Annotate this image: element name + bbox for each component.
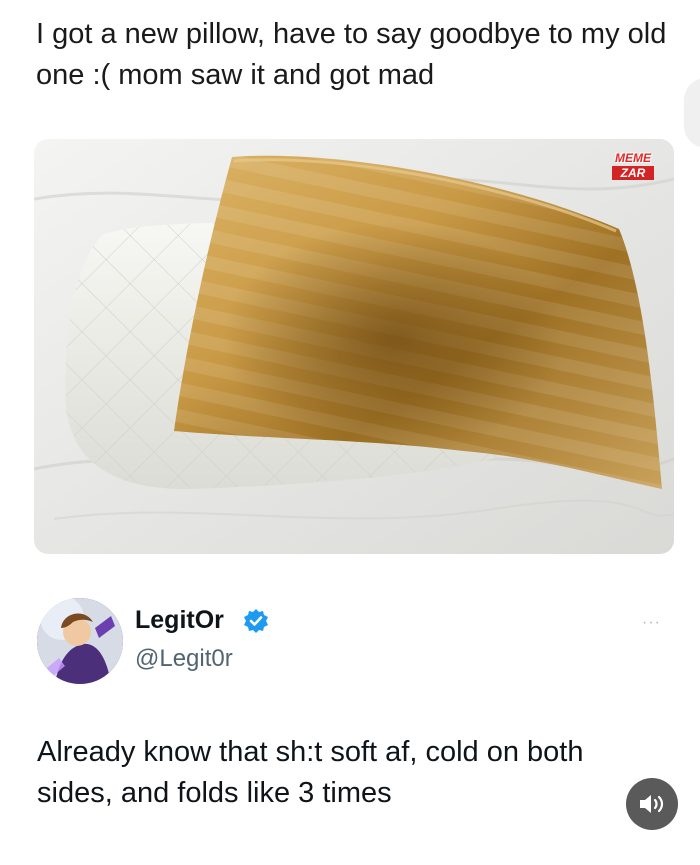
- more-options-icon[interactable]: ···: [642, 614, 661, 632]
- sound-toggle-button[interactable]: [626, 778, 678, 830]
- speaker-icon: [640, 795, 664, 813]
- watermark-line-1: MEME: [615, 151, 651, 165]
- display-name[interactable]: LegitOr: [135, 606, 224, 635]
- tweet-header: LegitOr @Legit0r ···: [37, 598, 677, 688]
- tweet-text: Already know that sh:t soft af, cold on …: [37, 736, 584, 809]
- avatar-image: [37, 598, 123, 684]
- next-item-peek: [684, 78, 700, 148]
- verified-badge-icon: [243, 608, 269, 634]
- meme-zar-watermark: MEME ZAR: [606, 151, 660, 180]
- post-caption: I got a new pillow, have to say goodbye …: [36, 18, 667, 91]
- pillow-photo-illustration: [34, 139, 674, 554]
- user-handle[interactable]: @Legit0r: [135, 645, 233, 673]
- post-photo[interactable]: MEME ZAR: [34, 139, 674, 554]
- watermark-line-2: ZAR: [612, 166, 654, 180]
- avatar[interactable]: [37, 598, 123, 684]
